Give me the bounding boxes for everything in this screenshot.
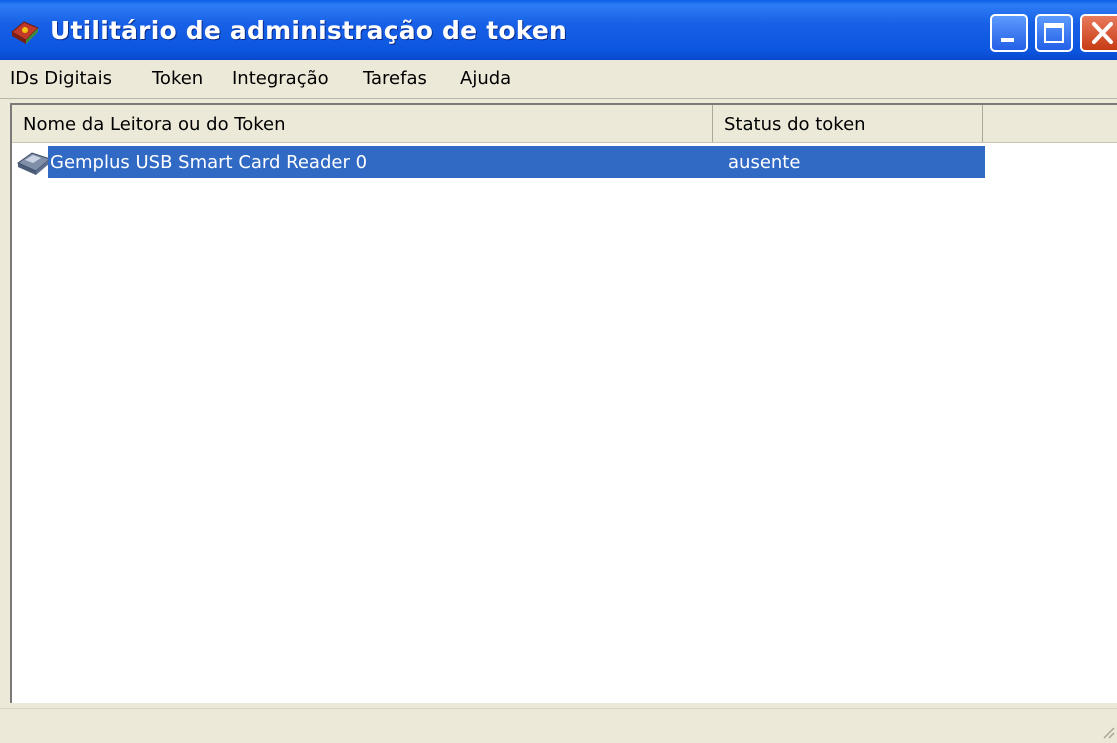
close-button[interactable] [1080,14,1117,52]
minimize-button[interactable] [990,14,1028,52]
menu-ajuda[interactable]: Ajuda [460,68,511,89]
token-app-icon [8,18,42,46]
menu-bar: IDs Digitais Token Integração Tarefas Aj… [0,60,1117,99]
menu-ids-digitais[interactable]: IDs Digitais [10,68,112,89]
column-header-name[interactable]: Nome da Leitora ou do Token [12,105,713,142]
window-title: Utilitário de administração de token [50,16,568,45]
menu-integracao[interactable]: Integração [232,68,329,89]
menu-tarefas[interactable]: Tarefas [363,68,427,89]
token-status-cell[interactable]: ausente [722,146,985,178]
list-header: Nome da Leitora ou do Token Status do to… [12,105,1117,143]
card-reader-icon [16,147,52,177]
resize-grip-icon[interactable] [1099,723,1115,739]
reader-name-cell[interactable]: Gemplus USB Smart Card Reader 0 [48,146,722,178]
list-item[interactable]: Gemplus USB Smart Card Reader 0 ausente [12,145,1117,181]
title-bar[interactable]: Utilitário de administração de token [0,0,1117,60]
column-header-status[interactable]: Status do token [713,105,983,142]
status-bar [0,708,1117,741]
column-header-empty [983,105,1117,142]
token-list-view[interactable]: Nome da Leitora ou do Token Status do to… [10,103,1117,703]
maximize-button[interactable] [1035,14,1073,52]
menu-token[interactable]: Token [152,68,203,89]
